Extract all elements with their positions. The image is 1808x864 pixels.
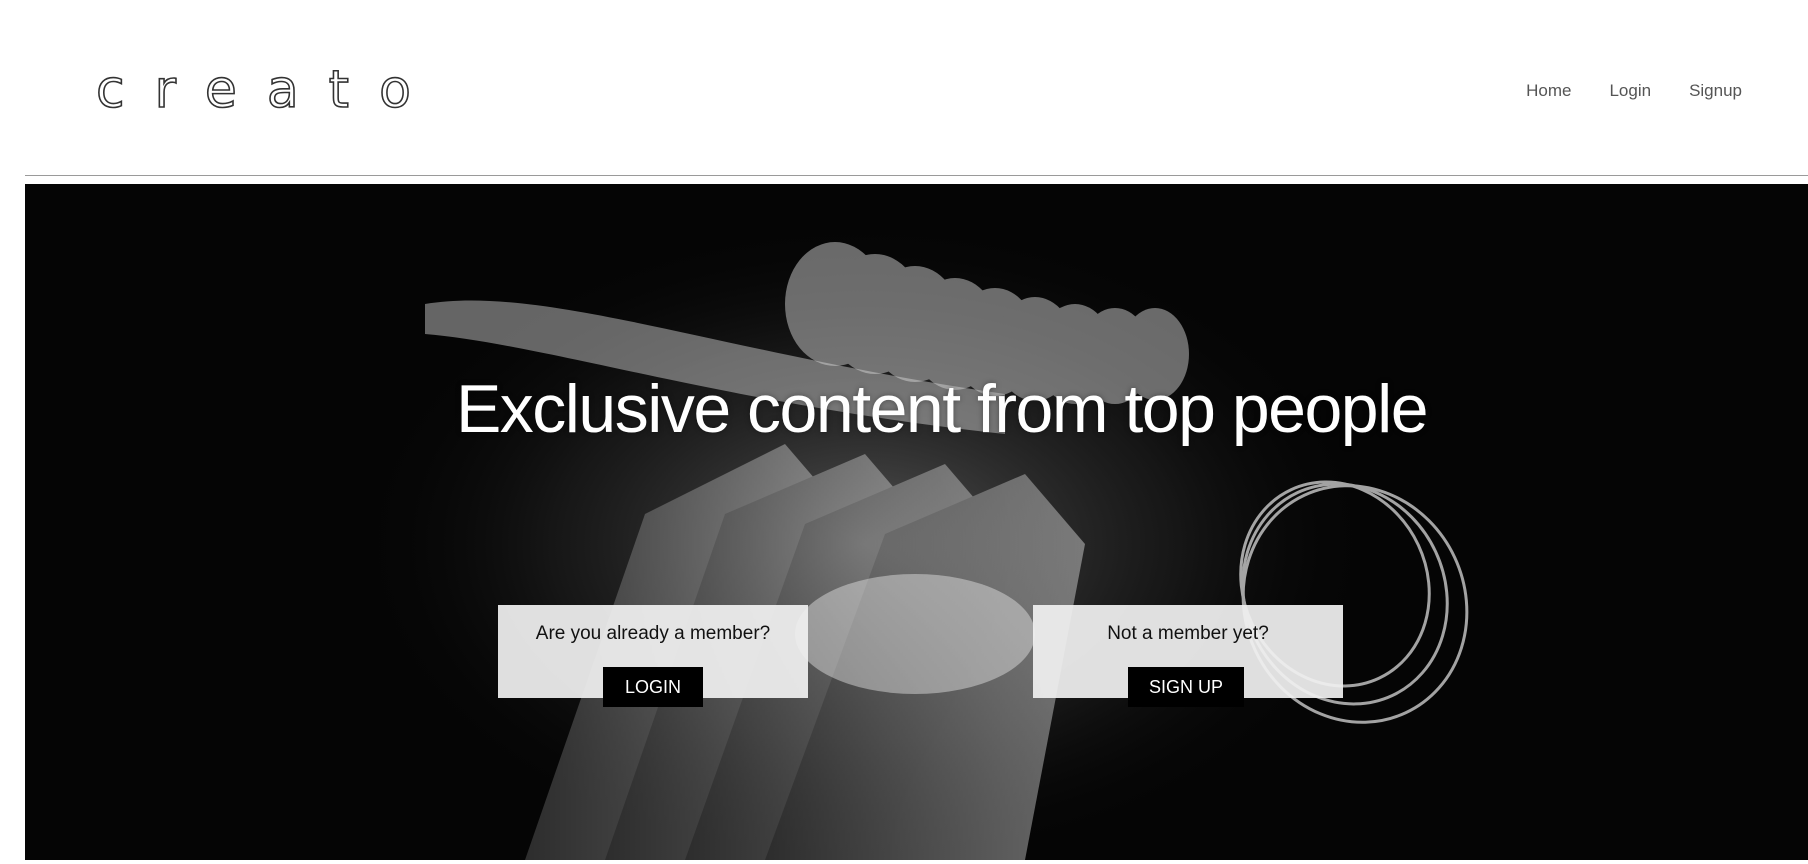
page-bottom-edge <box>0 860 1808 864</box>
nav-signup-link[interactable]: Signup <box>1689 80 1742 102</box>
page: creato Home Login Signup Exclusive conte… <box>0 0 1808 864</box>
login-button[interactable]: LOGIN <box>603 667 703 707</box>
hero-headline: Exclusive content from top people <box>455 371 1429 447</box>
header-divider <box>25 175 1808 176</box>
nav-login-link[interactable]: Login <box>1609 80 1651 102</box>
signup-card: Not a member yet? SIGN UP <box>1033 605 1343 707</box>
hero-section: Exclusive content from top people Are yo… <box>25 184 1808 860</box>
site-logo[interactable]: creato <box>95 55 441 125</box>
site-header: creato Home Login Signup <box>0 0 1808 176</box>
login-card-question: Are you already a member? <box>535 623 771 644</box>
hero-background-image <box>25 184 1808 860</box>
main-nav: Home Login Signup <box>1526 80 1742 102</box>
signup-button[interactable]: SIGN UP <box>1128 667 1244 707</box>
nav-home-link[interactable]: Home <box>1526 80 1571 102</box>
signup-card-question: Not a member yet? <box>1107 623 1269 644</box>
login-card: Are you already a member? LOGIN <box>498 605 808 707</box>
